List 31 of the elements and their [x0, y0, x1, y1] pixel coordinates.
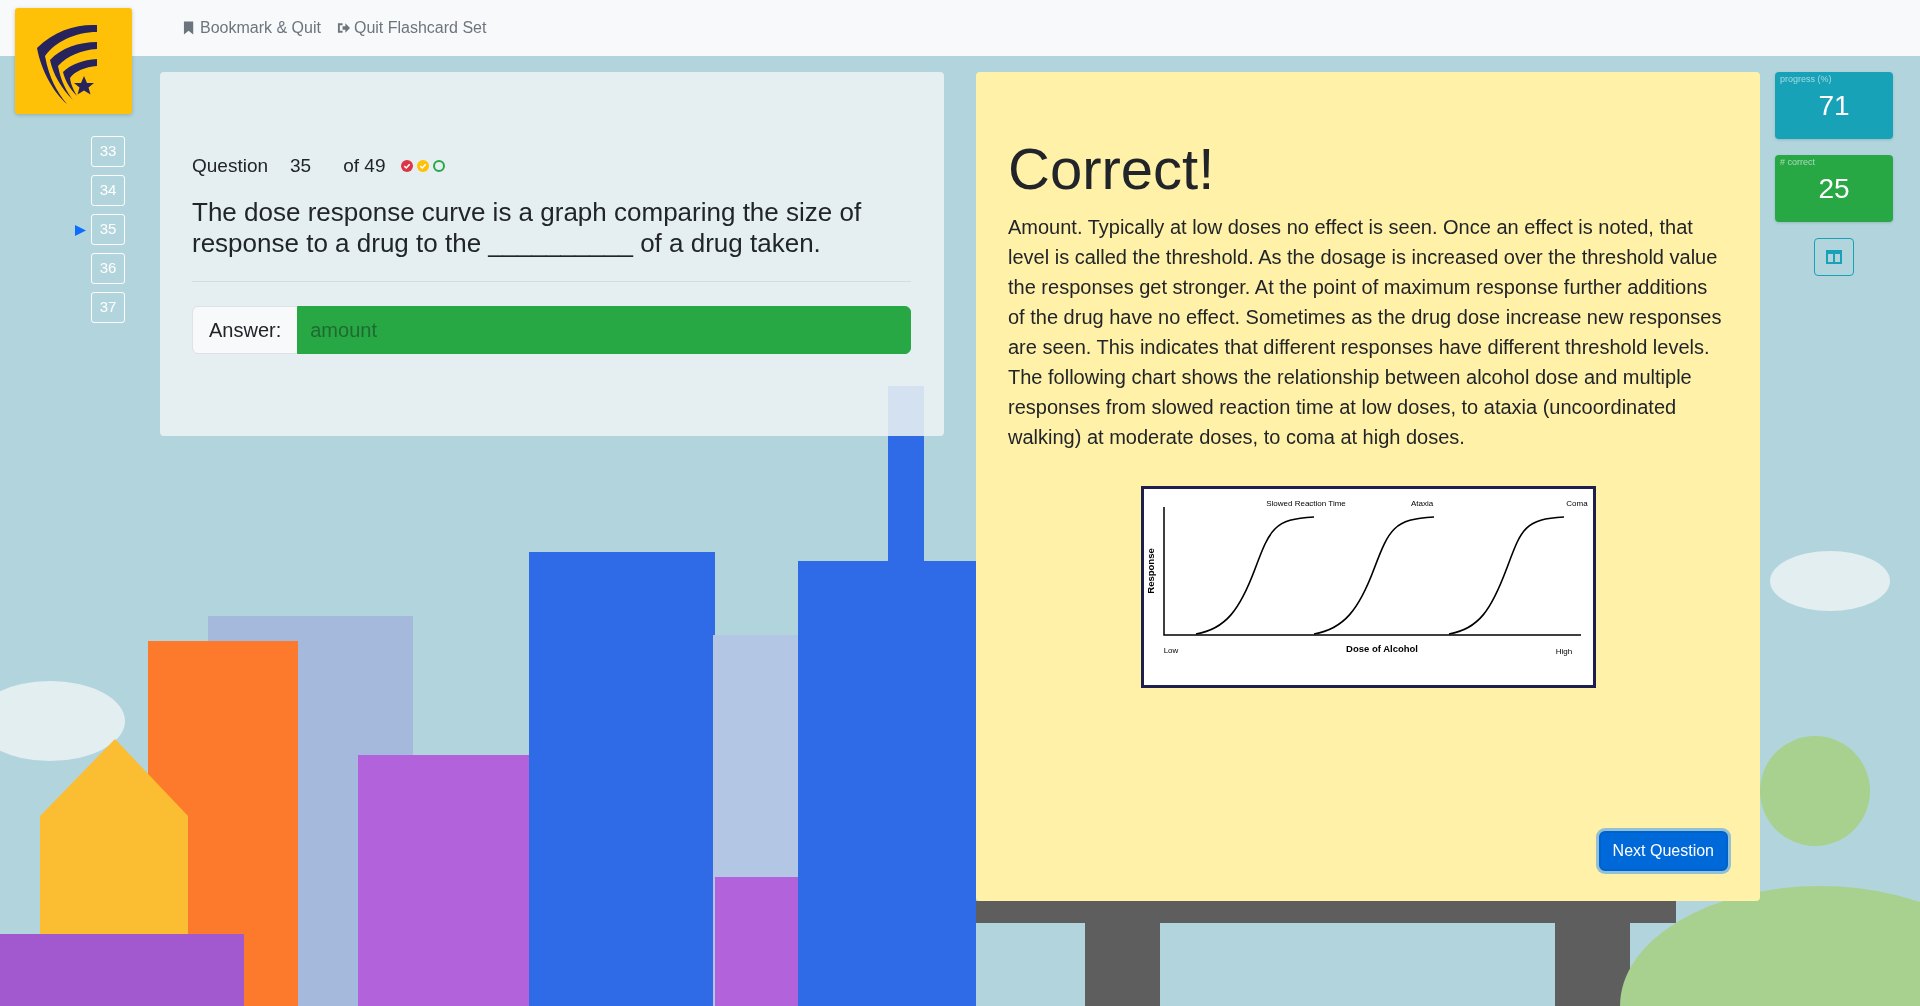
question-number-button[interactable]: 35: [91, 214, 125, 245]
question-label: Question: [192, 154, 269, 178]
curve-label: Slowed Reaction Time: [1265, 498, 1346, 508]
exit-icon: [336, 21, 350, 35]
curve-label: Coma: [1565, 498, 1588, 508]
question-number-button[interactable]: 34: [91, 175, 125, 206]
axis-label: High: [1555, 646, 1572, 656]
nav-link[interactable]: Quit Flashcard Set: [336, 16, 487, 40]
axis-label: Response: [1144, 547, 1156, 594]
question-number-button[interactable]: 37: [91, 292, 125, 323]
answer-label: Answer:: [192, 305, 299, 354]
bookmark-icon: [183, 21, 196, 35]
nav-link[interactable]: Bookmark & Quit: [183, 16, 321, 40]
question-number-button[interactable]: 33: [91, 136, 125, 167]
columns-icon: [1826, 250, 1842, 264]
answer-field[interactable]: amount: [297, 305, 911, 354]
stat-label: # correct: [1780, 156, 1815, 169]
stat-value: 71: [1818, 88, 1850, 123]
stat-value: 25: [1818, 171, 1850, 206]
axis-label: Low: [1163, 645, 1178, 655]
next-question-button[interactable]: Next Question: [1598, 831, 1728, 871]
logo[interactable]: [15, 8, 132, 114]
axis-label: Dose of Alcohol: [1345, 642, 1418, 654]
question-count: of 49: [343, 154, 386, 178]
explanation-text: Amount. Typically at low doses no effect is seen. Once an effect is noted, that level is called the threshold. As the dosage is increased over the threshold value the responses get stronger. At the point of maximum response further additions of the drug have no effect. Sometimes as the drug dose increase new responses are seen. This indicates that different responses have different threshold levels. The following chart shows the relationship between alcohol dose and multiple responses from slowed reaction time at low doses, to ataxia (uncoordinated walking) at moderate doses, to coma at high doses.: [1008, 214, 1723, 450]
question-number: 35: [290, 154, 312, 178]
result-title: Correct!: [1008, 135, 1216, 203]
curve-label: Ataxia: [1410, 498, 1433, 508]
question-text: The dose response curve is a graph comparing the size of response to a drug to the __________ of a drug taken.: [192, 196, 863, 259]
stat-label: progress (%): [1780, 73, 1832, 86]
question-number-button[interactable]: 36: [91, 253, 125, 284]
